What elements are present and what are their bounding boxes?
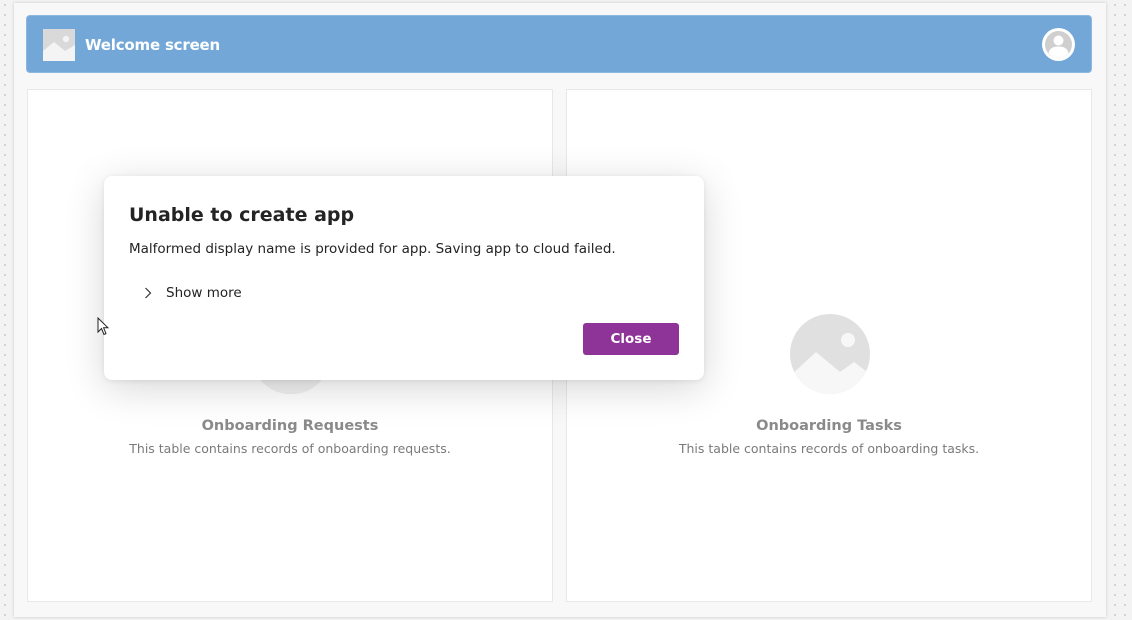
chevron-right-icon	[145, 287, 152, 299]
card-description: This table contains records of onboardin…	[678, 441, 980, 456]
card-title: Onboarding Requests	[201, 418, 379, 434]
error-dialog: Unable to create app Malformed display n…	[104, 176, 704, 380]
image-placeholder-icon	[43, 29, 75, 61]
card-title: Onboarding Tasks	[756, 418, 902, 434]
show-more-label: Show more	[166, 285, 242, 301]
user-avatar-icon[interactable]	[1042, 28, 1075, 61]
page-title: Welcome screen	[85, 36, 220, 54]
image-placeholder-icon	[790, 314, 870, 394]
dialog-message: Malformed display name is provided for a…	[129, 241, 616, 257]
card-description: This table contains records of onboardin…	[129, 441, 451, 456]
app-header: Welcome screen	[26, 15, 1092, 73]
mouse-pointer-icon	[97, 317, 109, 336]
dialog-title: Unable to create app	[129, 204, 355, 226]
show-more-toggle[interactable]: Show more	[142, 283, 242, 303]
close-button[interactable]: Close	[583, 323, 679, 355]
